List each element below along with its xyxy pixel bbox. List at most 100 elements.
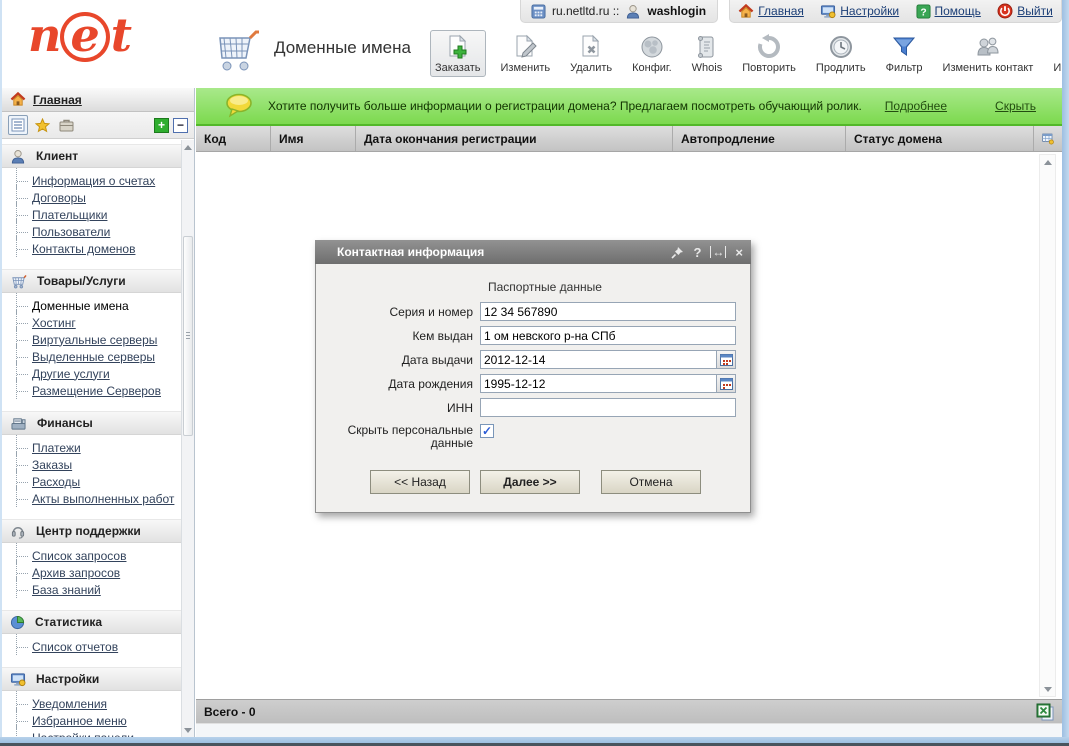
excel-export-button[interactable] [1036, 703, 1054, 721]
sidebar-section-client[interactable]: Клиент [2, 144, 181, 168]
toolbar-button-repeat[interactable]: Повторить [737, 30, 801, 77]
sidebar-item[interactable]: Хостинг [2, 314, 181, 331]
close-icon[interactable]: × [735, 245, 743, 260]
sidebar-item[interactable]: Контакты доменов [2, 240, 181, 257]
toolbar-button-order[interactable]: Заказать [430, 30, 486, 77]
favorites-star-icon[interactable] [32, 115, 52, 135]
sidebar-link[interactable]: Контакты доменов [32, 242, 135, 256]
banner-hide-link[interactable]: Скрыть [995, 99, 1036, 113]
sidebar-item[interactable]: Акты выполненных работ [2, 490, 181, 507]
briefcase-icon[interactable] [56, 115, 76, 135]
issue-date-input[interactable] [480, 350, 716, 369]
calendar-picker-button[interactable] [716, 350, 736, 369]
collapse-all-button[interactable]: − [173, 118, 188, 133]
sidebar-item[interactable]: Уведомления [2, 695, 181, 712]
sidebar-item[interactable]: Настройки панели [2, 729, 181, 737]
sidebar-item[interactable]: Другие услуги [2, 365, 181, 382]
sidebar-link[interactable]: Хостинг [32, 316, 76, 330]
sidebar-item[interactable]: Список отчетов [2, 638, 181, 655]
hide-personal-checkbox[interactable]: ✓ [480, 424, 494, 438]
sidebar-item[interactable]: База знаний [2, 581, 181, 598]
toolbar-button-filter[interactable]: Фильтр [881, 30, 928, 77]
sidebar-link[interactable]: Доменные имена [32, 299, 129, 313]
sidebar-link[interactable]: Выделенные серверы [32, 350, 155, 364]
sidebar-item-current[interactable]: Доменные имена [2, 297, 181, 314]
sidebar-item[interactable]: Расходы [2, 473, 181, 490]
column-header-name[interactable]: Имя [271, 126, 356, 151]
toolbar-button-edit-contact[interactable]: Изменить контакт [938, 30, 1039, 77]
sidebar-link[interactable]: Размещение Серверов [32, 384, 161, 398]
sidebar-link[interactable]: Информация о счетах [32, 174, 155, 188]
sidebar-link[interactable]: Заказы [32, 458, 72, 472]
sidebar-link[interactable]: Избранное меню [32, 714, 127, 728]
sidebar-home-link[interactable]: Главная [33, 93, 82, 107]
sidebar-item[interactable]: Список запросов [2, 547, 181, 564]
issued-by-input[interactable] [480, 326, 736, 345]
toolbar-button-delete[interactable]: Удалить [565, 30, 617, 77]
back-button[interactable]: << Назад [370, 470, 470, 494]
sidebar-link[interactable]: Расходы [32, 475, 80, 489]
sidebar-link[interactable]: База знаний [32, 583, 101, 597]
column-header-code[interactable]: Код [196, 126, 271, 151]
sidebar-link[interactable]: Пользователи [32, 225, 110, 239]
toolbar-button-edit[interactable]: Изменить [496, 30, 556, 77]
toolbar-button-whois[interactable]: Whois [687, 30, 728, 77]
sidebar-item[interactable]: Платежи [2, 439, 181, 456]
sidebar-item[interactable]: Выделенные серверы [2, 348, 181, 365]
scroll-down-icon[interactable] [182, 723, 194, 737]
sidebar-link[interactable]: Список отчетов [32, 640, 118, 654]
sidebar-link[interactable]: Договоры [32, 191, 86, 205]
sidebar-link[interactable]: Список запросов [32, 549, 126, 563]
birth-date-input[interactable] [480, 374, 716, 393]
help-question-icon[interactable]: ? [693, 245, 701, 260]
topbar-link-help[interactable]: ? Помощь [916, 4, 981, 19]
sidebar-item[interactable]: Договоры [2, 189, 181, 206]
sidebar-section-products[interactable]: Товары/Услуги [2, 269, 181, 293]
pin-icon[interactable] [671, 246, 684, 259]
sidebar-link[interactable]: Плательщики [32, 208, 107, 222]
inn-input[interactable] [480, 398, 736, 417]
banner-more-link[interactable]: Подробнее [885, 99, 947, 113]
sidebar-section-settings[interactable]: Настройки [2, 667, 181, 691]
next-button[interactable]: Далее >> [480, 470, 580, 494]
column-settings-button[interactable] [1034, 126, 1062, 151]
resize-icon[interactable]: ↔ [710, 246, 726, 258]
sidebar-item[interactable]: Размещение Серверов [2, 382, 181, 399]
sidebar-scrollbar-thumb[interactable] [183, 236, 193, 436]
topbar-link-home[interactable]: Главная [738, 4, 804, 19]
sidebar-item[interactable]: Избранное меню [2, 712, 181, 729]
sidebar-link[interactable]: Акты выполненных работ [32, 492, 174, 506]
topbar-link-settings[interactable]: Настройки [820, 4, 899, 19]
sidebar-section-support[interactable]: Центр поддержки [2, 519, 181, 543]
scroll-up-icon[interactable] [1040, 155, 1055, 169]
sidebar-link[interactable]: Виртуальные серверы [32, 333, 157, 347]
list-view-icon[interactable] [8, 115, 28, 135]
sidebar-item[interactable]: Архив запросов [2, 564, 181, 581]
sidebar-item[interactable]: Заказы [2, 456, 181, 473]
scroll-down-icon[interactable] [1040, 682, 1055, 696]
sidebar-scrollbar[interactable] [181, 140, 194, 737]
toolbar-button-config[interactable]: Конфиг. [627, 30, 677, 77]
content-scrollbar[interactable] [1039, 154, 1056, 697]
sidebar-link[interactable]: Уведомления [32, 697, 107, 711]
scroll-up-icon[interactable] [182, 140, 194, 154]
sidebar-link[interactable]: Архив запросов [32, 566, 120, 580]
toolbar-button-renew[interactable]: Продлить [811, 30, 871, 77]
cancel-button[interactable]: Отмена [601, 470, 701, 494]
sidebar-section-finance[interactable]: Финансы [2, 411, 181, 435]
column-header-status[interactable]: Статус домена [846, 126, 1034, 151]
sidebar-section-statistics[interactable]: Статистика [2, 610, 181, 634]
sidebar-item[interactable]: Плательщики [2, 206, 181, 223]
dialog-titlebar[interactable]: Контактная информация ? ↔ × [315, 240, 751, 264]
expand-all-button[interactable]: + [154, 118, 169, 133]
sidebar-item[interactable]: Пользователи [2, 223, 181, 240]
column-header-autorenew[interactable]: Автопродление [673, 126, 846, 151]
sidebar-link[interactable]: Платежи [32, 441, 81, 455]
sidebar-item[interactable]: Информация о счетах [2, 172, 181, 189]
column-header-expiry[interactable]: Дата окончания регистрации [356, 126, 673, 151]
passport-number-input[interactable] [480, 302, 736, 321]
sidebar-link[interactable]: Другие услуги [32, 367, 110, 381]
topbar-link-logout[interactable]: Выйти [997, 3, 1053, 19]
calendar-picker-button[interactable] [716, 374, 736, 393]
sidebar-item[interactable]: Виртуальные серверы [2, 331, 181, 348]
